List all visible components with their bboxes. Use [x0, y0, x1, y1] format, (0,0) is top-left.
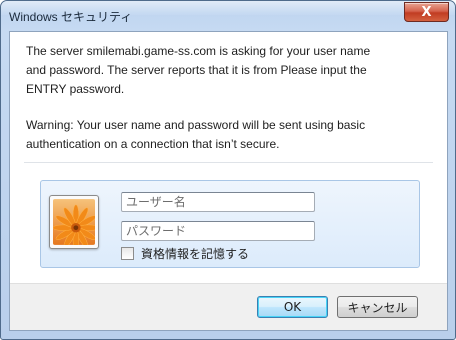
ok-button[interactable]: OK	[257, 296, 328, 318]
flower-user-tile-icon-graphic	[53, 199, 95, 245]
button-bar: OK キャンセル	[10, 283, 447, 330]
dialog-content: The server smilemabi.game-ss.com is aski…	[9, 31, 448, 331]
credential-tile: 資格情報を記憶する	[40, 180, 420, 268]
close-button[interactable]: X	[404, 2, 449, 22]
warning-line: authentication on a connection that isn’…	[26, 137, 280, 151]
remember-checkbox[interactable]	[121, 247, 134, 260]
message-line: ENTRY password.	[26, 82, 125, 96]
password-field[interactable]	[121, 221, 315, 241]
cancel-button[interactable]: キャンセル	[337, 296, 418, 318]
message-line: The server smilemabi.game-ss.com is aski…	[26, 44, 371, 58]
message-line: and password. The server reports that it…	[26, 63, 367, 77]
remember-label: 資格情報を記憶する	[141, 247, 250, 261]
window-title: Windows セキュリティ	[9, 10, 133, 24]
divider	[24, 162, 433, 163]
server-message: The server smilemabi.game-ss.com is aski…	[26, 42, 436, 99]
warning-message: Warning: Your user name and password wil…	[26, 116, 436, 154]
flower-user-tile-icon	[49, 195, 99, 249]
warning-line: Warning: Your user name and password wil…	[26, 118, 366, 132]
security-dialog: Windows セキュリティ X The server smilemabi.ga…	[0, 0, 456, 340]
remember-credentials[interactable]: 資格情報を記憶する	[121, 245, 249, 262]
close-icon: X	[421, 4, 432, 20]
username-field[interactable]	[121, 192, 315, 212]
